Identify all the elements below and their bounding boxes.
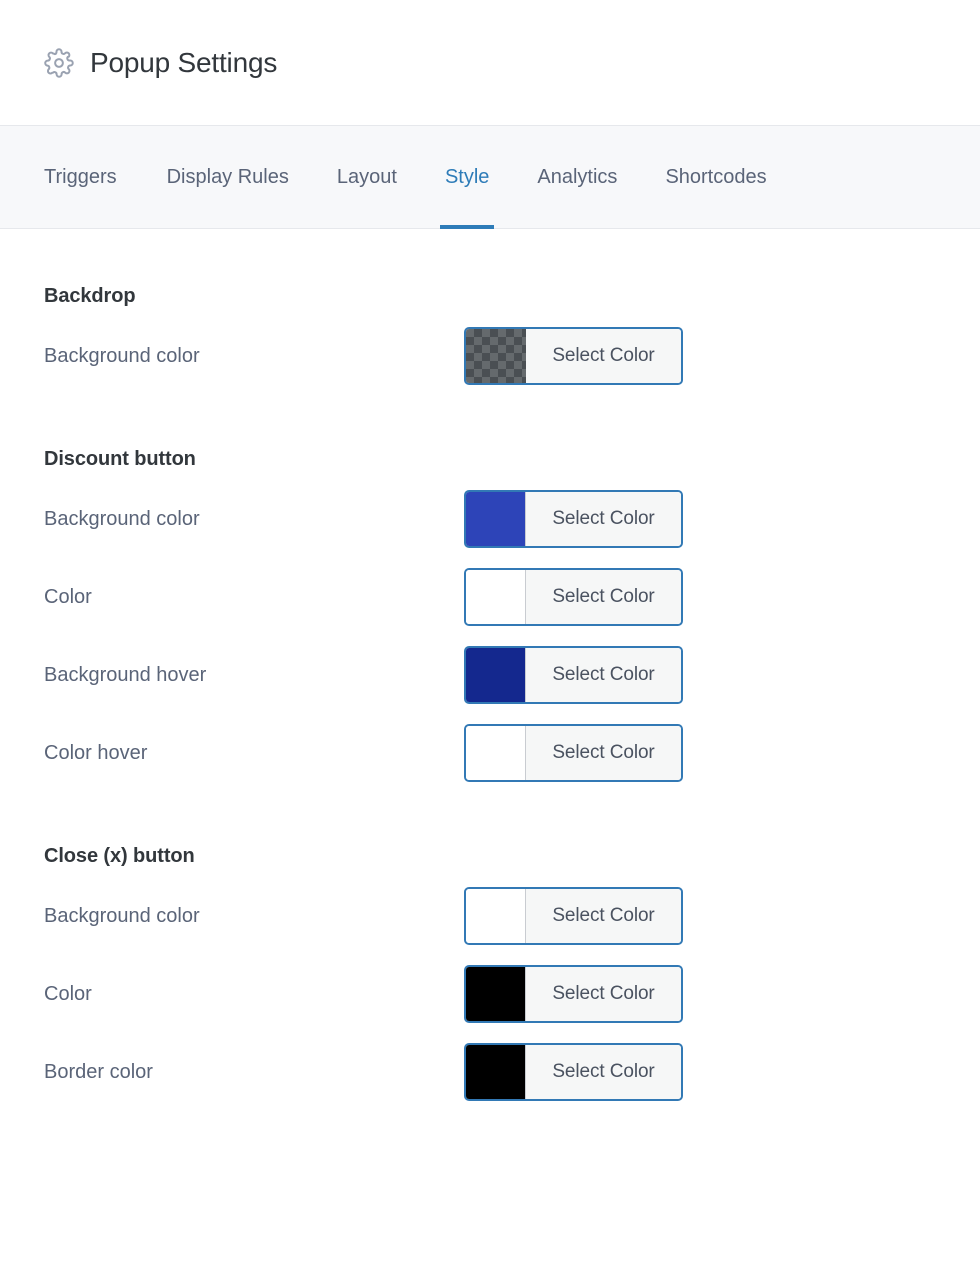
select-color-label: Select Color [526,967,681,1021]
transparent-swatch[interactable] [466,329,526,383]
select-color-button[interactable]: Select Color [464,724,683,782]
page-title: Popup Settings [90,46,278,78]
select-color-label: Select Color [526,492,681,546]
color-swatch[interactable] [466,570,526,624]
tab-style[interactable]: Style [421,126,513,229]
section-close-x-button: Close (x) button Background color Select C… [44,783,936,1102]
section-heading: Backdrop [44,285,136,307]
select-color-button[interactable]: Select Color [464,646,683,704]
tab-shortcodes[interactable]: Shortcodes [641,126,790,229]
color-swatch[interactable] [466,492,526,546]
select-color-button[interactable]: Select Color [464,568,683,626]
select-color-label: Select Color [526,1045,681,1099]
setting-label: Background color [44,345,200,367]
tab-display-rules[interactable]: Display Rules [143,126,313,229]
color-swatch[interactable] [466,648,526,702]
setting-label: Background color [44,905,200,927]
setting-row: Color hover Select Color [44,723,936,783]
color-swatch[interactable] [466,889,526,943]
select-color-button[interactable]: Select Color [464,965,683,1023]
select-color-label: Select Color [526,570,681,624]
select-color-button[interactable]: Select Color [464,327,683,385]
setting-row: Background color Select Color [44,326,936,386]
color-swatch[interactable] [466,726,526,780]
select-color-label: Select Color [526,329,681,383]
settings-content: Backdrop Background color Select Color Disc… [0,229,980,1102]
tab-layout[interactable]: Layout [313,126,421,229]
setting-label: Color [44,983,92,1005]
tab-triggers[interactable]: Triggers [44,126,143,229]
section-discount-button: Discount button Background color Select Co… [44,386,936,783]
setting-row: Border color Select Color [44,1042,936,1102]
settings-tabbar: Triggers Display Rules Layout Style Analytic… [0,126,980,229]
section-heading: Close (x) button [44,845,195,867]
setting-label: Background hover [44,664,207,686]
select-color-button[interactable]: Select Color [464,490,683,548]
setting-row: Background hover Select Color [44,645,936,705]
setting-label: Background color [44,508,200,530]
section-heading: Discount button [44,448,196,470]
select-color-label: Select Color [526,726,681,780]
setting-label: Color hover [44,742,148,764]
setting-row: Background color Select Color [44,886,936,946]
color-swatch[interactable] [466,967,526,1021]
section-backdrop: Backdrop Background color Select Color [44,229,936,386]
select-color-label: Select Color [526,648,681,702]
color-swatch[interactable] [466,1045,526,1099]
tab-analytics[interactable]: Analytics [513,126,641,229]
popup-settings-page: Popup Settings Triggers Display Rules Layo… [0,0,980,1262]
setting-label: Color [44,586,92,608]
setting-row: Color Select Color [44,567,936,627]
select-color-button[interactable]: Select Color [464,1043,683,1101]
select-color-button[interactable]: Select Color [464,887,683,945]
setting-label: Border color [44,1061,153,1083]
gear-icon [44,47,74,78]
select-color-label: Select Color [526,889,681,943]
setting-row: Color Select Color [44,964,936,1024]
page-header: Popup Settings [0,0,980,126]
setting-row: Background color Select Color [44,489,936,549]
